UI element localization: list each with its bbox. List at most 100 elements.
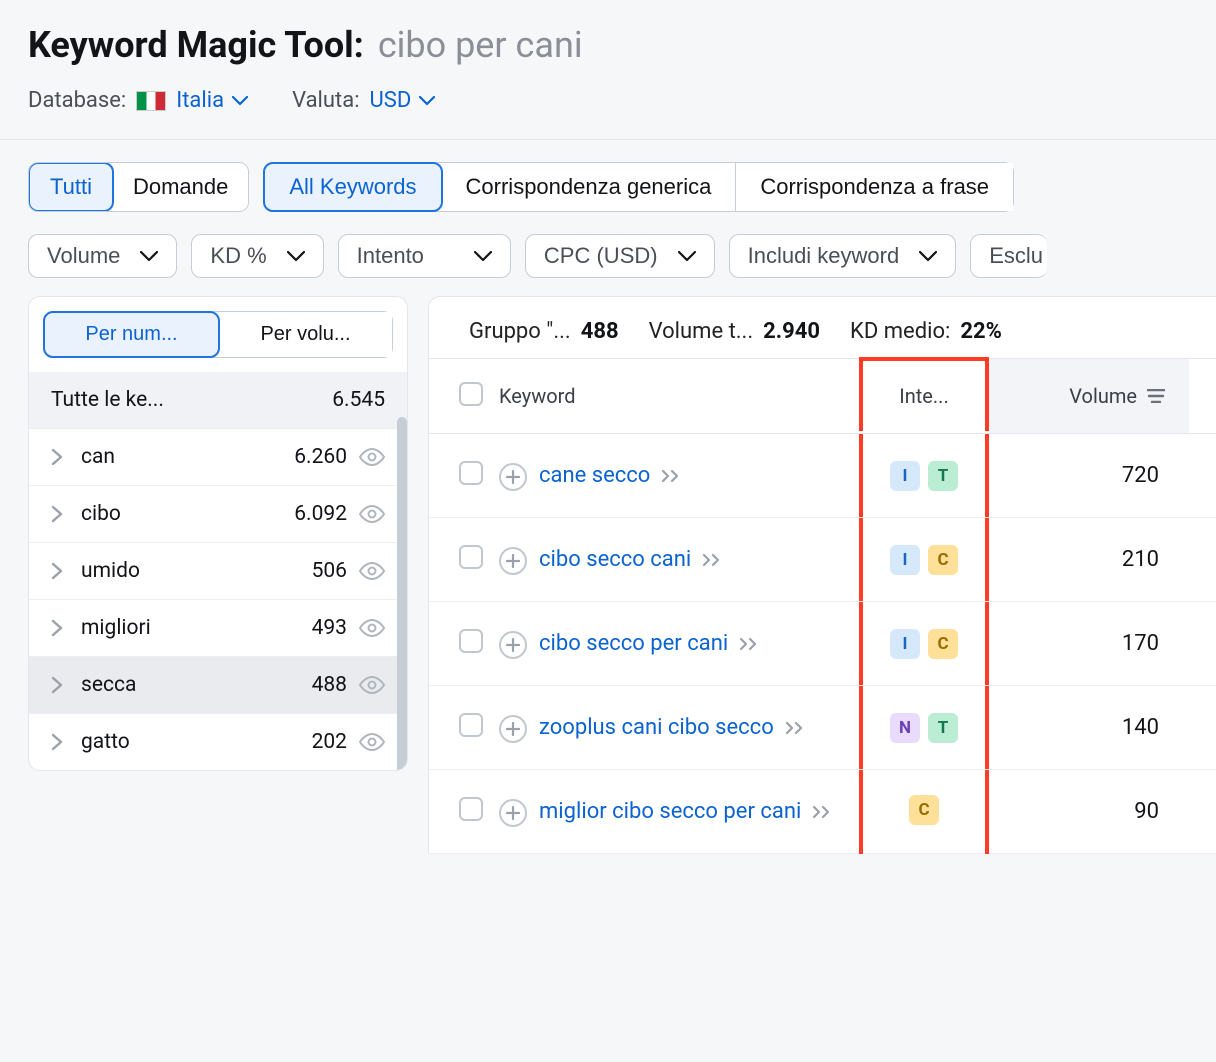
intent-badge-i: I	[890, 629, 920, 659]
sidebar-scrollbar[interactable]	[397, 417, 407, 771]
intent-cell: IC	[859, 602, 989, 685]
column-volume[interactable]: Volume	[989, 359, 1189, 433]
filter-intent[interactable]: Intento	[338, 234, 511, 278]
keyword-link[interactable]: zooplus cani cibo secco	[539, 715, 774, 740]
stat-volume-total: Volume t... 2.940	[649, 319, 820, 344]
row-checkbox[interactable]	[459, 461, 483, 485]
column-intent[interactable]: Inte...	[859, 357, 989, 431]
eye-icon[interactable]	[359, 676, 385, 694]
group-count: 6.260	[294, 445, 347, 469]
eye-icon[interactable]	[359, 505, 385, 523]
row-checkbox[interactable]	[459, 545, 483, 569]
keywords-table: Keyword Inte... Volume cane secco IT720c…	[429, 358, 1216, 854]
group-name: cibo	[81, 502, 121, 526]
currency-selector[interactable]: Valuta: USD	[292, 88, 435, 113]
currency-value: USD	[370, 88, 436, 113]
stat-group: Gruppo "... 488	[469, 319, 619, 344]
double-chevron-icon[interactable]	[739, 632, 759, 656]
chevron-right-icon	[51, 448, 63, 466]
group-name: gatto	[81, 730, 130, 754]
chevron-down-icon	[140, 251, 158, 262]
match-type-tabs: All KeywordsCorrispondenza genericaCorri…	[263, 162, 1014, 212]
double-chevron-icon[interactable]	[812, 800, 832, 824]
eye-icon[interactable]	[359, 562, 385, 580]
table-row: cibo secco cani IC210	[429, 518, 1216, 602]
eye-icon[interactable]	[359, 448, 385, 466]
filter-include-keyword[interactable]: Includi keyword	[729, 234, 957, 278]
add-keyword-button[interactable]	[499, 631, 527, 659]
sort-desc-icon	[1147, 389, 1165, 403]
sort-toggle: Per num...Per volu...	[43, 311, 393, 358]
intent-cell: C	[859, 770, 989, 854]
chevron-right-icon	[51, 619, 63, 637]
sort-tab-1[interactable]: Per volu...	[219, 312, 392, 357]
group-row-gatto[interactable]: gatto 202	[29, 713, 407, 770]
chevron-right-icon	[51, 562, 63, 580]
volume-cell: 90	[989, 799, 1189, 824]
filter-cpc[interactable]: CPC (USD)	[525, 234, 715, 278]
match-tab-1[interactable]: Corrispondenza generica	[442, 163, 737, 211]
double-chevron-icon[interactable]	[785, 716, 805, 740]
volume-cell: 210	[989, 547, 1189, 572]
keyword-link[interactable]: cane secco	[539, 463, 650, 488]
filter-kd[interactable]: KD %	[191, 234, 323, 278]
row-checkbox[interactable]	[459, 713, 483, 737]
tab-domande[interactable]: Domande	[113, 163, 248, 211]
column-keyword[interactable]: Keyword	[499, 384, 859, 408]
chevron-down-icon	[678, 251, 696, 262]
table-row: miglior cibo secco per cani C90	[429, 770, 1216, 854]
intent-badge-t: T	[928, 713, 958, 743]
group-row-umido[interactable]: umido506	[29, 542, 407, 599]
database-selector[interactable]: Database: Italia	[28, 88, 248, 113]
double-chevron-icon[interactable]	[661, 464, 681, 488]
chevron-down-icon	[287, 251, 305, 262]
double-chevron-icon[interactable]	[702, 548, 722, 572]
add-keyword-button[interactable]	[499, 547, 527, 575]
sort-tab-0[interactable]: Per num...	[43, 311, 220, 358]
add-keyword-button[interactable]	[499, 715, 527, 743]
match-tab-0[interactable]: All Keywords	[263, 162, 442, 212]
all-keywords-count: 6.545	[332, 388, 385, 412]
group-row-migliori[interactable]: migliori493	[29, 599, 407, 656]
filter-exclude-keyword[interactable]: Esclu	[970, 234, 1047, 278]
group-row-cibo[interactable]: cibo6.092	[29, 485, 407, 542]
keyword-link[interactable]: cibo secco per cani	[539, 631, 728, 656]
groups-sidebar: Per num...Per volu... Tutte le ke... 6.5…	[28, 296, 408, 771]
add-keyword-button[interactable]	[499, 463, 527, 491]
group-count: 202	[312, 730, 347, 754]
keyword-link[interactable]: miglior cibo secco per cani	[539, 799, 801, 824]
group-row-secca[interactable]: secca488	[29, 656, 407, 713]
group-row-can[interactable]: can 6.260	[29, 428, 407, 485]
keyword-link[interactable]: cibo secco cani	[539, 547, 691, 572]
stats-row: Gruppo "... 488 Volume t... 2.940 KD med…	[429, 297, 1216, 358]
volume-cell: 720	[989, 463, 1189, 488]
all-keywords-row[interactable]: Tutte le ke... 6.545	[29, 372, 407, 428]
group-count: 506	[312, 559, 347, 583]
add-keyword-button[interactable]	[499, 799, 527, 827]
intent-cell: IC	[859, 518, 989, 601]
intent-badge-c: C	[928, 545, 958, 575]
eye-icon[interactable]	[359, 619, 385, 637]
chevron-down-icon	[919, 251, 937, 262]
results-panel: Gruppo "... 488 Volume t... 2.940 KD med…	[428, 296, 1216, 854]
tab-tutti[interactable]: Tutti	[28, 162, 114, 212]
group-name: can	[81, 445, 115, 469]
chevron-down-icon	[232, 96, 248, 106]
chevron-right-icon	[51, 733, 63, 751]
intent-badge-i: I	[890, 461, 920, 491]
database-label: Database:	[28, 88, 126, 113]
row-checkbox[interactable]	[459, 797, 483, 821]
filter-volume[interactable]: Volume	[28, 234, 177, 278]
row-checkbox[interactable]	[459, 629, 483, 653]
intent-cell: NT	[859, 686, 989, 769]
page-title: Keyword Magic Tool:	[28, 24, 364, 66]
questions-toggle: TuttiDomande	[28, 162, 249, 212]
eye-icon[interactable]	[359, 733, 385, 751]
group-list: can 6.260 cibo6.092umido506migliori493secc…	[29, 428, 407, 770]
select-all-checkbox[interactable]	[459, 382, 483, 406]
page-header: Keyword Magic Tool: cibo per cani Databa…	[0, 0, 1216, 131]
chevron-right-icon	[51, 505, 63, 523]
table-row: cane secco IT720	[429, 434, 1216, 518]
meta-row: Database: Italia Valuta: USD	[28, 88, 1188, 113]
match-tab-2[interactable]: Corrispondenza a frase	[736, 163, 1013, 211]
